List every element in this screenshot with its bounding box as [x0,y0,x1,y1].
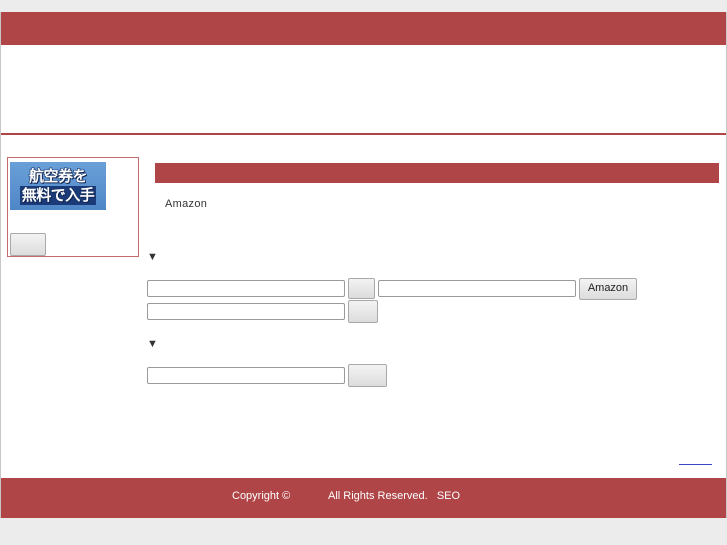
free-flight-banner[interactable]: 航空券を 無料で入手 [10,162,106,210]
search-input-3[interactable] [147,367,345,384]
page: 航空券を 無料で入手 Amazon ▼ Amazon ▼ Copyright ©… [0,12,727,518]
banner-line-1: 航空券を [28,166,88,185]
amazon-search-button[interactable]: Amazon [579,278,637,300]
sidebar-box: 航空券を 無料で入手 [7,157,139,257]
sidebar-button[interactable] [10,233,46,256]
header-bar [1,12,726,45]
search-input-2[interactable] [147,303,345,320]
rights-text: All Rights Reserved. SEO [328,490,461,502]
triangle-down-icon: ▼ [147,338,158,350]
amazon-text: Amazon [165,198,208,210]
page-top-link[interactable] [679,464,712,465]
amazon-search-input[interactable] [378,280,576,297]
footer: Copyright © All Rights Reserved. SEO [1,478,726,518]
triangle-down-icon: ▼ [147,251,158,263]
banner-line-2: 無料で入手 [19,185,97,205]
header-divider [1,133,726,135]
copyright-text: Copyright © [232,490,291,502]
section-title-bar [155,163,719,183]
search-button-3[interactable] [348,364,387,387]
search-button-2[interactable] [348,300,378,323]
search-input-1[interactable] [147,280,345,297]
search-button-1[interactable] [348,278,375,299]
